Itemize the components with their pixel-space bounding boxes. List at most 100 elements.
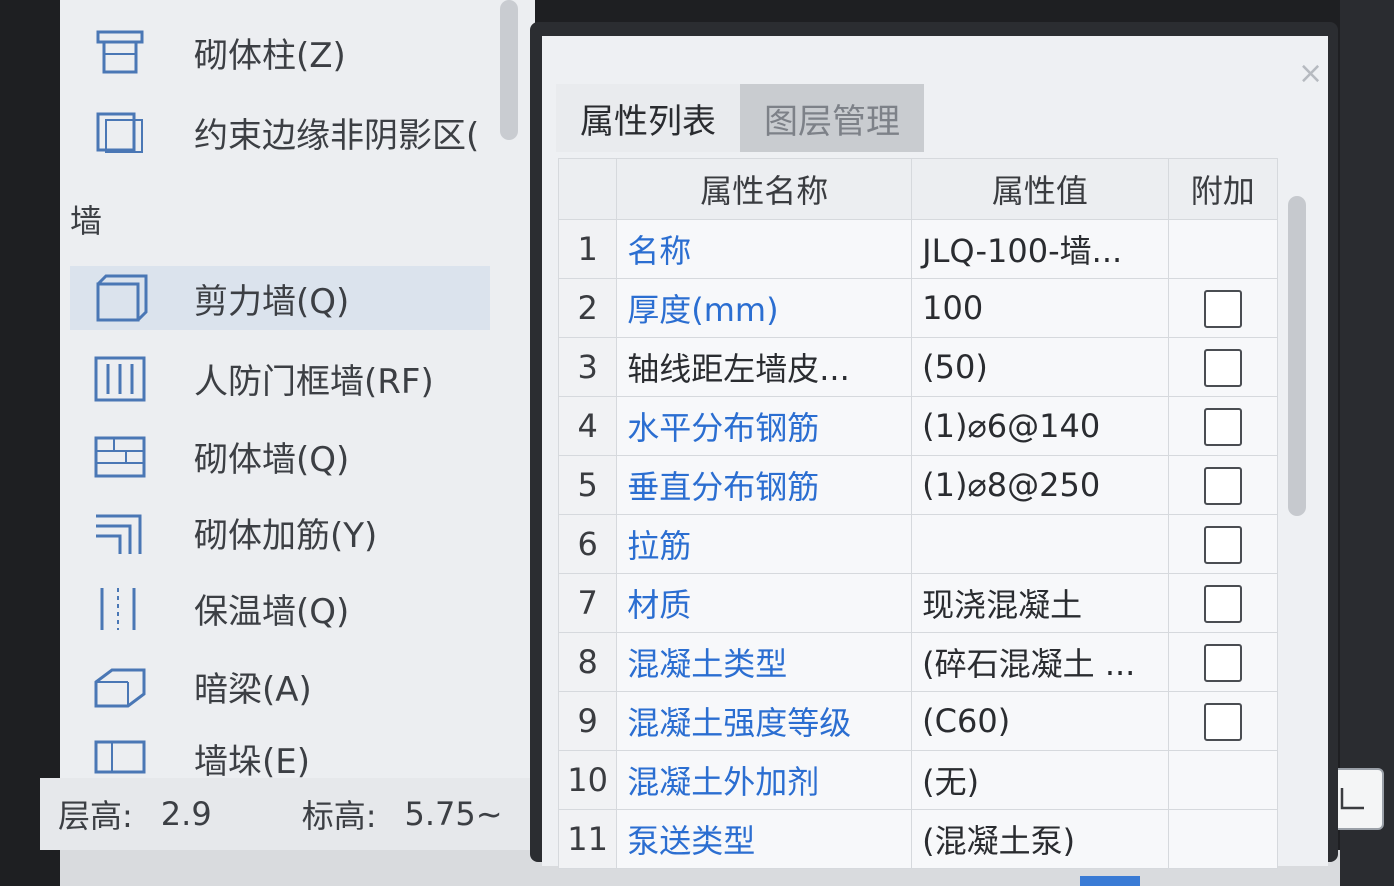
shear-wall-icon bbox=[90, 272, 150, 324]
tree-item-top-1[interactable]: 约束边缘非阴影区( bbox=[90, 100, 520, 164]
tree-item-label: 砌体加筋(Y) bbox=[194, 515, 378, 556]
property-extra-cell bbox=[1167, 514, 1279, 574]
grid-scrollbar[interactable] bbox=[1288, 196, 1306, 516]
tree-item-label: 墙垛(E) bbox=[194, 741, 311, 782]
tree-item-label: 砌体柱(Z) bbox=[194, 35, 346, 76]
property-name[interactable]: 混凝土外加剂 bbox=[616, 750, 913, 810]
property-value[interactable]: (碎石混凝土 ... bbox=[911, 632, 1169, 692]
tree-item-label: 约束边缘非阴影区( bbox=[194, 115, 480, 156]
property-value[interactable]: JLQ-100-墙... bbox=[911, 219, 1169, 279]
tree-item-label: 保温墙(Q) bbox=[194, 591, 350, 632]
extra-checkbox[interactable] bbox=[1203, 349, 1242, 387]
row-number: 11 bbox=[557, 809, 618, 869]
elevation-value: 5.75~ bbox=[404, 795, 503, 833]
property-grid-header: 属性名称 属性值 附加 bbox=[557, 158, 1279, 220]
row-number: 7 bbox=[557, 573, 618, 633]
property-extra-cell bbox=[1167, 278, 1279, 338]
property-value[interactable]: (C60) bbox=[911, 691, 1169, 751]
tree-item-wall-2[interactable]: 砌体墙(Q) bbox=[90, 424, 520, 488]
right-edge-panel bbox=[1340, 0, 1394, 886]
extra-checkbox[interactable] bbox=[1203, 467, 1242, 505]
property-value[interactable]: (1)⌀6@140 bbox=[911, 396, 1169, 456]
close-icon[interactable]: × bbox=[1298, 56, 1323, 91]
tree-item-label: 砌体墙(Q) bbox=[194, 439, 350, 480]
constraint-edge-icon bbox=[90, 106, 150, 158]
property-name[interactable]: 材质 bbox=[616, 573, 913, 633]
extra-checkbox[interactable] bbox=[1203, 585, 1242, 623]
property-extra-cell bbox=[1167, 632, 1279, 692]
tab-layer-management[interactable]: 图层管理 bbox=[740, 84, 924, 152]
property-row[interactable]: 11 泵送类型 (混凝土泵) bbox=[557, 809, 1279, 869]
row-number: 9 bbox=[557, 691, 618, 751]
property-row[interactable]: 8 混凝土类型 (碎石混凝土 ... bbox=[557, 632, 1279, 692]
property-row[interactable]: 10 混凝土外加剂 (无) bbox=[557, 750, 1279, 810]
component-tree-panel: 墙 砌体柱(Z) 约束边缘非阴影区( 剪力墙(Q) 人防门框墙(RF) 砌体墙(Q) 砌体… bbox=[60, 0, 535, 850]
tree-item-wall-4[interactable]: 保温墙(Q) bbox=[90, 576, 520, 640]
property-name[interactable]: 名称 bbox=[616, 219, 913, 279]
row-number-header bbox=[557, 158, 618, 220]
property-extra-cell bbox=[1167, 691, 1279, 751]
tree-item-label: 剪力墙(Q) bbox=[194, 281, 350, 322]
tree-item-wall-3[interactable]: 砌体加筋(Y) bbox=[90, 500, 520, 564]
property-value[interactable]: 现浇混凝土 bbox=[911, 573, 1169, 633]
floor-height-label: 层高: bbox=[58, 797, 133, 835]
property-extra-cell bbox=[1167, 455, 1279, 515]
tree-scrollbar[interactable] bbox=[500, 0, 518, 140]
column-header-value: 属性值 bbox=[911, 158, 1169, 220]
property-value[interactable]: (50) bbox=[911, 337, 1169, 397]
tree-item-wall-0[interactable]: 剪力墙(Q) bbox=[70, 266, 490, 330]
property-dialog: × 属性列表 图层管理 属性名称 属性值 附加 1 名称 JLQ-100-墙... 2… bbox=[530, 22, 1338, 869]
extra-checkbox[interactable] bbox=[1203, 408, 1242, 446]
column-header-name: 属性名称 bbox=[616, 158, 913, 220]
extra-checkbox[interactable] bbox=[1203, 290, 1242, 328]
wall-pier-icon bbox=[90, 732, 150, 784]
property-row[interactable]: 1 名称 JLQ-100-墙... bbox=[557, 219, 1279, 279]
property-value[interactable]: (无) bbox=[911, 750, 1169, 810]
tree-item-wall-5[interactable]: 暗梁(A) bbox=[90, 654, 520, 718]
floor-height-value: 2.9 bbox=[160, 795, 212, 833]
property-value[interactable]: (1)⌀8@250 bbox=[911, 455, 1169, 515]
property-value[interactable] bbox=[911, 514, 1169, 574]
property-name[interactable]: 混凝土强度等级 bbox=[616, 691, 913, 751]
row-number: 4 bbox=[557, 396, 618, 456]
masonry-reinforcement-icon bbox=[90, 506, 150, 558]
extra-checkbox[interactable] bbox=[1203, 703, 1242, 741]
dialog-tab-bar: 属性列表 图层管理 bbox=[556, 84, 924, 152]
row-number: 8 bbox=[557, 632, 618, 692]
tree-item-wall-1[interactable]: 人防门框墙(RF) bbox=[90, 346, 520, 410]
tree-item-top-0[interactable]: 砌体柱(Z) bbox=[90, 20, 520, 84]
property-row[interactable]: 9 混凝土强度等级 (C60) bbox=[557, 691, 1279, 751]
tree-item-label: 暗梁(A) bbox=[194, 669, 312, 710]
property-name[interactable]: 厚度(mm) bbox=[616, 278, 913, 338]
property-extra-cell bbox=[1167, 219, 1279, 279]
property-row[interactable]: 5 垂直分布钢筋 (1)⌀8@250 bbox=[557, 455, 1279, 515]
property-extra-cell bbox=[1167, 396, 1279, 456]
row-number: 6 bbox=[557, 514, 618, 574]
property-row[interactable]: 3 轴线距左墙皮... (50) bbox=[557, 337, 1279, 397]
category-wall-header: 墙 bbox=[70, 202, 103, 240]
property-name[interactable]: 拉筋 bbox=[616, 514, 913, 574]
property-row[interactable]: 7 材质 现浇混凝土 bbox=[557, 573, 1279, 633]
property-name[interactable]: 轴线距左墙皮... bbox=[616, 337, 913, 397]
elevation-label: 标高: bbox=[301, 797, 377, 835]
insulation-wall-icon bbox=[90, 582, 150, 634]
corner-icon bbox=[1340, 788, 1364, 810]
property-extra-cell bbox=[1167, 337, 1279, 397]
property-value[interactable]: (混凝土泵) bbox=[911, 809, 1169, 869]
property-row[interactable]: 4 水平分布钢筋 (1)⌀6@140 bbox=[557, 396, 1279, 456]
property-row[interactable]: 6 拉筋 bbox=[557, 514, 1279, 574]
property-name[interactable]: 垂直分布钢筋 bbox=[616, 455, 913, 515]
property-name[interactable]: 水平分布钢筋 bbox=[616, 396, 913, 456]
property-value[interactable]: 100 bbox=[911, 278, 1169, 338]
row-number: 3 bbox=[557, 337, 618, 397]
row-number: 10 bbox=[557, 750, 618, 810]
row-number: 2 bbox=[557, 278, 618, 338]
property-name[interactable]: 混凝土类型 bbox=[616, 632, 913, 692]
status-bar: 层高: 2.9 标高: 5.75~ bbox=[40, 778, 540, 850]
property-extra-cell bbox=[1167, 573, 1279, 633]
property-name[interactable]: 泵送类型 bbox=[616, 809, 913, 869]
tab-property-list[interactable]: 属性列表 bbox=[556, 84, 740, 152]
property-row[interactable]: 2 厚度(mm) 100 bbox=[557, 278, 1279, 338]
extra-checkbox[interactable] bbox=[1203, 644, 1242, 682]
extra-checkbox[interactable] bbox=[1203, 526, 1242, 564]
